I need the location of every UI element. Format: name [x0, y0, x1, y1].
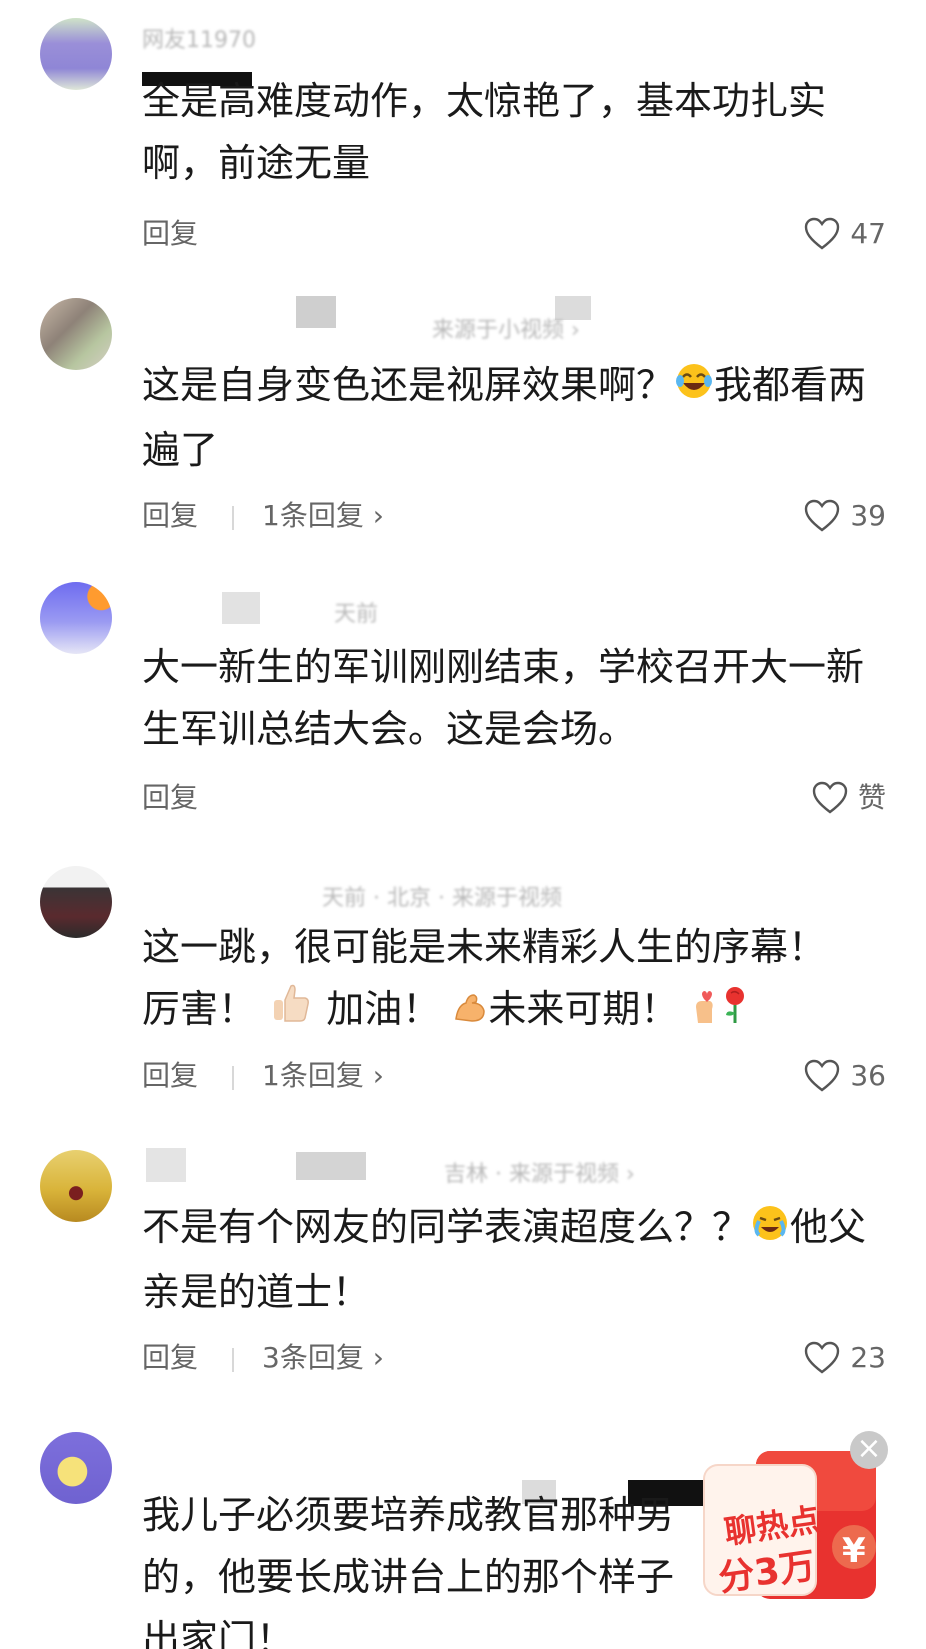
comment-text-part: 未来可期！ [488, 987, 679, 1031]
like-button[interactable]: 赞 [812, 778, 886, 818]
comment-actions: 回复 3条回复 › 23 [142, 1338, 886, 1378]
comment-text: 全是高难度动作，太惊艳了，基本功扎实啊，前途无量 [142, 79, 827, 185]
divider [232, 1066, 234, 1090]
like-count: 47 [850, 217, 886, 250]
like-button[interactable]: 36 [804, 1056, 886, 1096]
redaction-block [296, 296, 336, 328]
currency-icon: ¥ [842, 1531, 866, 1571]
like-count: 23 [850, 1341, 886, 1374]
like-count: 赞 [857, 781, 886, 814]
divider [232, 506, 234, 530]
close-icon[interactable]: × [850, 1431, 888, 1469]
comment-actions: 回复 47 [142, 214, 886, 254]
heart-icon [805, 499, 840, 532]
reply-button[interactable]: 回复 [142, 1056, 198, 1096]
reply-button[interactable]: 回复 [142, 214, 198, 254]
comment-meta: 吉林 · 来源于视频 › [444, 1162, 635, 1187]
avatar[interactable] [40, 582, 112, 654]
comment-meta: 天前 · 北京 · 来源于视频 [322, 886, 562, 911]
comment-meta: 来源于小视频 › [432, 318, 580, 343]
like-button[interactable]: 47 [804, 214, 886, 254]
avatar[interactable] [40, 298, 112, 370]
view-replies-link[interactable]: 1条回复 › [262, 496, 384, 536]
avatar[interactable] [40, 18, 112, 90]
laughing-emoji [674, 357, 714, 419]
avatar[interactable] [40, 866, 112, 938]
like-button[interactable]: 39 [804, 496, 886, 536]
comment-text: 这一跳，很可能是未来精彩人生的序幕！ 厉害！ 加油！ 未来可期！ [142, 916, 882, 1044]
heart-icon [805, 1341, 840, 1374]
flexed-biceps-emoji [452, 981, 488, 1043]
reply-button[interactable]: 回复 [142, 1338, 198, 1378]
avatar[interactable] [40, 1150, 112, 1222]
comment-text-part: 不是有个网友的同学表演超度么？？ [142, 1205, 751, 1249]
redaction-block [146, 1148, 186, 1182]
promo-widget[interactable]: 聊热点 分3万 ¥ × [702, 1431, 888, 1615]
comment-text: 我儿子必须要培养成教官那种男的，他要长成讲台上的那个样子出家门！ [142, 1493, 675, 1649]
view-replies-link[interactable]: 1条回复 › [262, 1056, 384, 1096]
heart-icon [812, 781, 848, 814]
redaction-block [222, 592, 260, 624]
like-count: 36 [850, 1059, 886, 1092]
like-button[interactable]: 23 [804, 1338, 886, 1378]
comment-text: 不是有个网友的同学表演超度么？？ 他父亲是的道士！ [142, 1196, 882, 1323]
comment-text-part: 加油！ [326, 987, 441, 1031]
comment-actions: 回复 1条回复 › 36 [142, 1056, 886, 1096]
crying-laughing-emoji [750, 1199, 790, 1261]
finger-heart-emoji [690, 981, 722, 1043]
heart-icon [805, 1059, 840, 1092]
comment-text: 这是自身变色还是视屏效果啊？ 我都看两遍了 [142, 354, 882, 481]
comment-text-part: 厉害！ [142, 987, 257, 1031]
avatar[interactable] [40, 1432, 112, 1504]
comment-actions: 回复 1条回复 › 39 [142, 496, 886, 536]
rose-emoji [722, 981, 748, 1043]
redaction-block [296, 1152, 366, 1180]
view-replies-link[interactable]: 3条回复 › [262, 1338, 384, 1378]
reply-button[interactable]: 回复 [142, 778, 198, 818]
comment-text: 大一新生的军训刚刚结束，学校召开大一新生军训总结大会。这是会场。 [142, 645, 865, 751]
reply-button[interactable]: 回复 [142, 496, 198, 536]
heart-icon [805, 217, 840, 250]
comment-meta: 天前 [334, 602, 379, 627]
comment-meta: 网友11970 [142, 28, 256, 53]
comment-text-part: 这一跳，很可能是未来精彩人生的序幕！ [142, 925, 827, 969]
divider [232, 1348, 234, 1372]
thumbs-up-emoji [268, 980, 314, 1044]
comment-actions: 回复 赞 [142, 778, 886, 818]
comment-text-part: 这是自身变色还是视屏效果啊？ [142, 363, 675, 407]
like-count: 39 [850, 499, 886, 532]
